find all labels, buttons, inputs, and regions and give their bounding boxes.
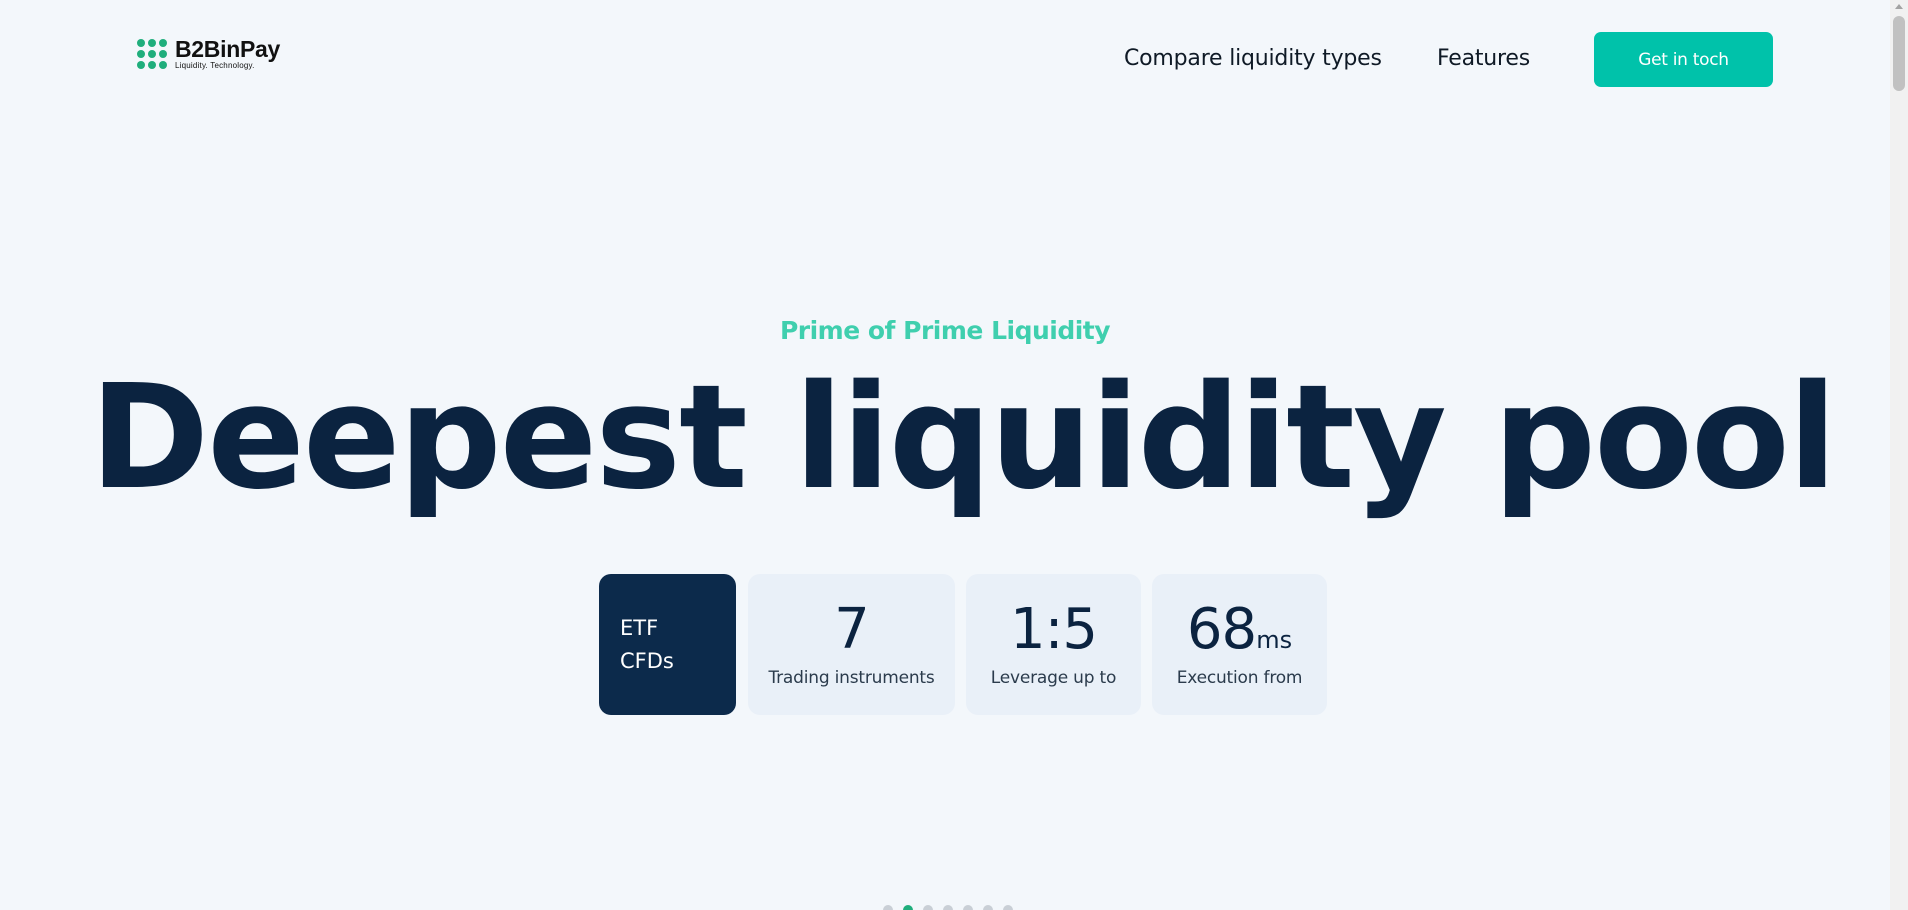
hero-headline: Deepest liquidity pool (89, 353, 1838, 521)
hero-eyebrow: Prime of Prime Liquidity (779, 316, 1111, 345)
carousel-dot[interactable] (963, 905, 973, 910)
stat-label: Trading instruments (768, 667, 935, 688)
category-line: CFDs (620, 648, 674, 673)
stat-value: 68ms (1186, 596, 1293, 662)
logo-wordmark: B2BinPay Liquidity. Technology. (175, 38, 280, 70)
stat-value: 1:5 (1009, 596, 1098, 662)
category-card[interactable]: ETF CFDs (599, 574, 736, 715)
stat-card-instruments: 7 Trading instruments (748, 574, 955, 715)
carousel-pagination (883, 905, 1013, 910)
get-in-touch-button[interactable]: Get in toch (1594, 32, 1773, 87)
category-line: ETF (620, 615, 659, 640)
nav-compare-liquidity-types[interactable]: Compare liquidity types (1124, 46, 1382, 71)
site-header: B2BinPay Liquidity. Technology. Compare … (0, 0, 1890, 120)
scrollbar-thumb[interactable] (1893, 16, 1905, 91)
carousel-dot[interactable] (983, 905, 993, 910)
scroll-up-arrow-icon[interactable] (1895, 4, 1903, 9)
logo-dots-icon (137, 39, 167, 69)
carousel-dot[interactable] (923, 905, 933, 910)
carousel-dot[interactable] (943, 905, 953, 910)
page-scrollbar[interactable] (1890, 0, 1908, 910)
stat-card-execution: 68ms Execution from (1152, 574, 1327, 715)
carousel-dot[interactable] (903, 905, 913, 910)
logo-name: B2BinPay (175, 36, 280, 62)
carousel-dot[interactable] (1003, 905, 1013, 910)
stat-value: 7 (834, 596, 870, 662)
logo-tagline: Liquidity. Technology. (175, 61, 255, 70)
carousel-dot[interactable] (883, 905, 893, 910)
stat-card-leverage: 1:5 Leverage up to (966, 574, 1141, 715)
stat-label: Execution from (1176, 667, 1303, 688)
stat-label: Leverage up to (990, 667, 1117, 688)
nav-features[interactable]: Features (1437, 46, 1530, 71)
brand-logo[interactable]: B2BinPay Liquidity. Technology. (137, 38, 280, 70)
